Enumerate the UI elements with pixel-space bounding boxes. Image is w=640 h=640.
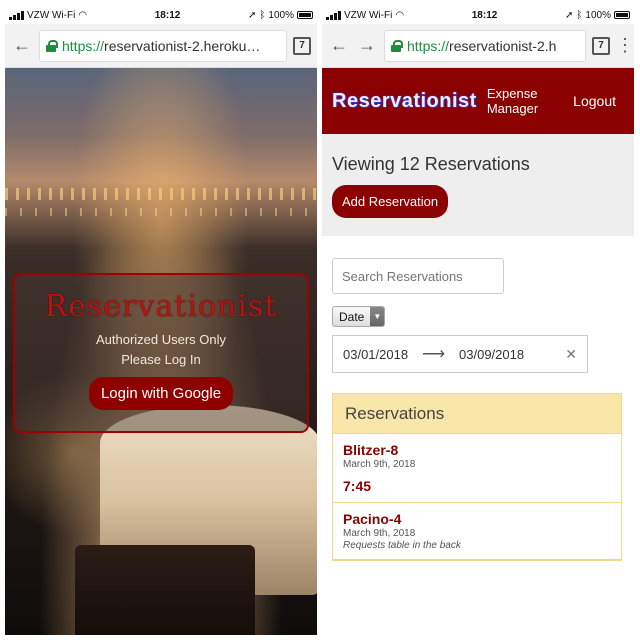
reservation-name[interactable]: Blitzer-8 [343, 442, 611, 458]
app-header: Reservationist Expense Manager Logout [322, 68, 634, 134]
lock-icon [391, 39, 403, 52]
url-text: https://reservationist-2.h [407, 37, 557, 54]
clock: 18:12 [154, 9, 181, 21]
reservations-screen: VZW Wi-Fi ◠ 18:12 ➚ ᛒ 100% ← → https://r… [322, 6, 634, 635]
wifi-icon: ◠ [78, 9, 88, 21]
end-date-field[interactable]: 03/09/2018 [459, 347, 524, 362]
tab-switcher-button[interactable]: 7 [293, 36, 311, 55]
carrier-label: VZW Wi-Fi [344, 9, 393, 21]
app-title: Reservationist [44, 289, 278, 324]
wifi-icon: ◠ [395, 9, 405, 21]
status-bar: VZW Wi-Fi ◠ 18:12 ➚ ᛒ 100% [5, 6, 317, 24]
login-prompt: Please Log In [121, 352, 201, 367]
reservations-heading: Reservations [333, 394, 621, 434]
reservation-date: March 9th, 2018 [343, 528, 416, 539]
lock-icon [46, 39, 58, 52]
carrier-label: VZW Wi-Fi [27, 9, 76, 21]
reservation-note: Requests table in the back [343, 540, 461, 551]
bluetooth-icon: ᛒ [259, 9, 266, 21]
back-arrow-icon[interactable]: ← [11, 35, 33, 56]
brand-logo[interactable]: Reservationist [332, 90, 477, 113]
forward-arrow-icon[interactable]: → [356, 35, 378, 56]
address-bar[interactable]: https://reservationist-2.h [384, 29, 586, 62]
battery-percent: 100% [585, 9, 611, 21]
status-bar: VZW Wi-Fi ◠ 18:12 ➚ ᛒ 100% [322, 6, 634, 24]
arrow-right-icon: ⟶ [422, 346, 446, 363]
reservation-name[interactable]: Pacino-4 [343, 511, 611, 527]
back-arrow-icon[interactable]: ← [328, 35, 350, 56]
signal-icon [326, 10, 341, 20]
reservation-date: March 9th, 2018 [343, 459, 416, 470]
tab-switcher-button[interactable]: 7 [592, 36, 610, 55]
dropdown-arrow-icon: ▼ [370, 307, 385, 326]
reservation-time: 7:45 [343, 478, 372, 494]
list-item[interactable]: Blitzer-8 March 9th, 2018 7:45 [333, 434, 621, 503]
add-reservation-button[interactable]: Add Reservation [332, 185, 449, 218]
battery-icon [296, 11, 313, 19]
bluetooth-icon: ᛒ [576, 9, 583, 21]
chair-image [75, 545, 255, 635]
browser-toolbar: ← → https://reservationist-2.h 7 ⋮ [322, 24, 634, 68]
clock: 18:12 [471, 9, 498, 21]
start-date-field[interactable]: 03/01/2018 [343, 347, 408, 362]
login-with-google-button[interactable]: Login with Google [88, 377, 234, 410]
browser-toolbar: ← https://reservationist-2.heroku… 7 [5, 24, 317, 68]
search-input[interactable] [332, 258, 504, 294]
list-item[interactable]: Pacino-4 March 9th, 2018 Requests table … [333, 503, 621, 560]
filters: Date ▼ 03/01/2018 ⟶ 03/09/2018 ✕ [322, 236, 634, 373]
url-text: https://reservationist-2.heroku… [62, 37, 261, 54]
expense-manager-link[interactable]: Expense Manager [487, 86, 538, 116]
more-menu-icon[interactable]: ⋮ [616, 35, 634, 56]
auth-notice: Authorized Users Only [95, 332, 227, 347]
clear-icon[interactable]: ✕ [565, 346, 577, 363]
location-icon: ➚ [248, 9, 257, 21]
login-card: Reservationist Authorized Users Only Ple… [13, 273, 309, 433]
reservation-count-heading: Viewing 12 Reservations [332, 154, 530, 174]
signal-icon [9, 10, 24, 20]
summary-section: Viewing 12 Reservations Add Reservation [322, 134, 634, 236]
logout-link[interactable]: Logout [573, 93, 616, 109]
login-screen: VZW Wi-Fi ◠ 18:12 ➚ ᛒ 100% ← https://res… [5, 6, 317, 635]
address-bar[interactable]: https://reservationist-2.heroku… [39, 29, 287, 62]
battery-icon [613, 11, 630, 19]
location-icon: ➚ [565, 9, 574, 21]
reservations-panel: Reservations Blitzer-8 March 9th, 2018 7… [332, 393, 622, 561]
battery-percent: 100% [268, 9, 294, 21]
filter-type-select[interactable]: Date ▼ [332, 306, 386, 327]
date-range-picker[interactable]: 03/01/2018 ⟶ 03/09/2018 ✕ [332, 335, 588, 373]
